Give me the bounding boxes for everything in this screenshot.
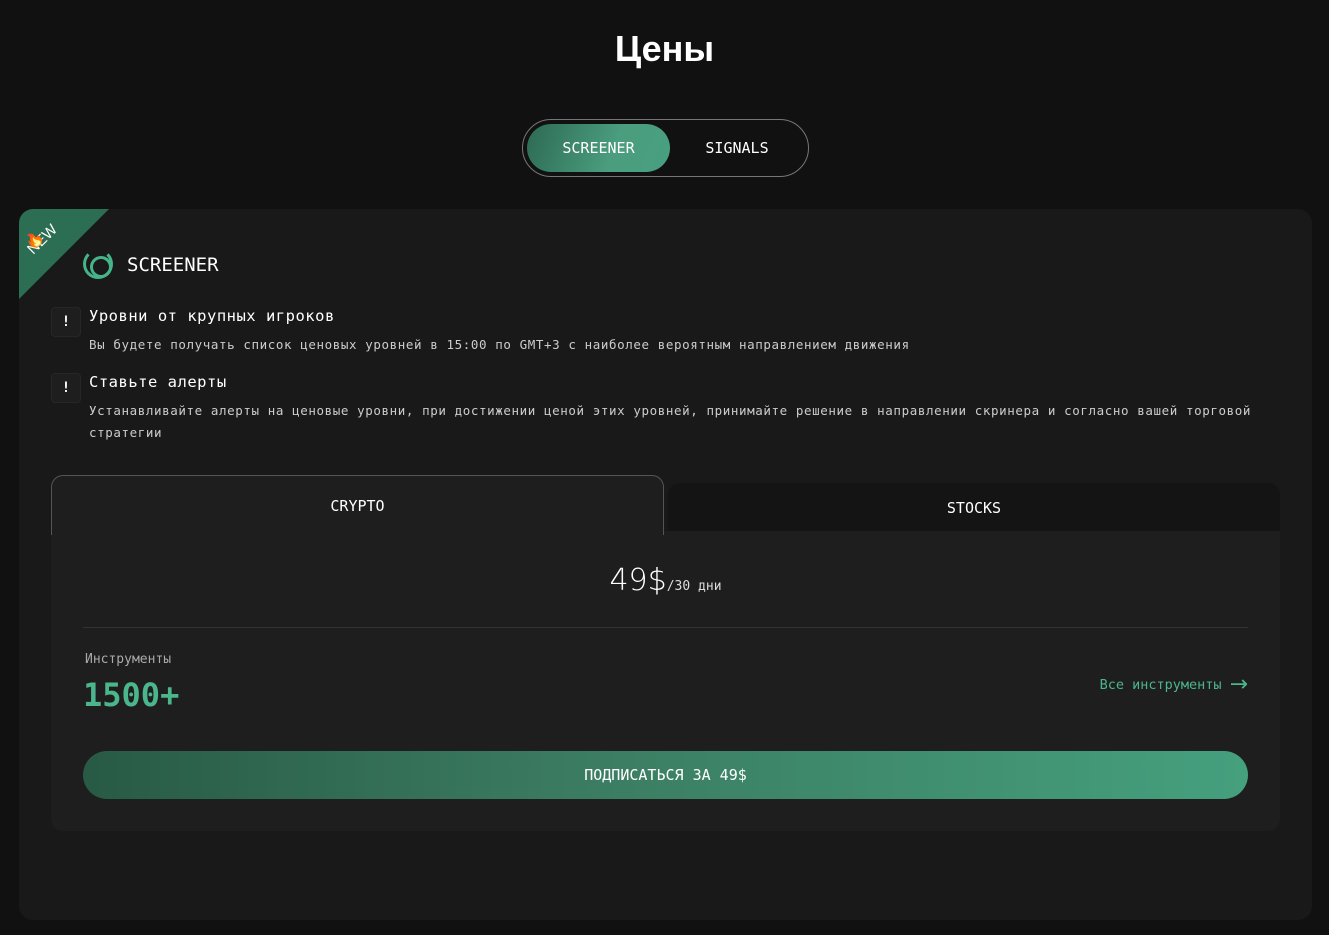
switch-screener[interactable]: SCREENER — [527, 124, 670, 172]
instruments-count: 1500+ — [83, 676, 180, 714]
feature-title: Ставьте алерты — [89, 373, 227, 391]
tab-crypto[interactable]: CRYPTO — [51, 475, 664, 535]
screener-card: NEW 🔥 SCREENER ! Уровни от крупных игрок… — [19, 209, 1312, 920]
arrow-right-icon: → — [1229, 672, 1248, 697]
price-value: 49$ — [609, 563, 667, 598]
price-period: /30 дни — [666, 579, 722, 594]
exclamation-icon: ! — [51, 307, 81, 337]
pricing-panel: 49$/30 дни Инструменты 1500+ Все инструм… — [51, 531, 1280, 831]
all-instruments-label: Все инструменты — [1099, 676, 1222, 693]
feature-item: ! Ставьте алерты Устанавливайте алерты н… — [51, 373, 1271, 444]
card-title: SCREENER — [127, 254, 219, 276]
tab-stocks[interactable]: STOCKS — [668, 483, 1280, 533]
all-instruments-link[interactable]: Все инструменты → — [1100, 672, 1248, 697]
instruments-label: Инструменты — [85, 652, 172, 667]
product-switch: SCREENER SIGNALS — [522, 119, 809, 177]
switch-signals[interactable]: SIGNALS — [670, 124, 804, 172]
feature-item: ! Уровни от крупных игроков Вы будете по… — [51, 307, 1271, 356]
subscribe-button[interactable]: ПОДПИСАТЬСЯ ЗА 49$ — [83, 751, 1248, 799]
feature-text: Устанавливайте алерты на ценовые уровни,… — [89, 403, 1251, 440]
screener-logo-icon — [83, 249, 113, 279]
exclamation-icon: ! — [51, 373, 81, 403]
divider — [83, 627, 1248, 628]
feature-title: Уровни от крупных игроков — [89, 307, 335, 325]
page-title: Цены — [614, 28, 715, 69]
price: 49$/30 дни — [51, 563, 1280, 598]
feature-text: Вы будете получать список ценовых уровне… — [89, 337, 910, 352]
